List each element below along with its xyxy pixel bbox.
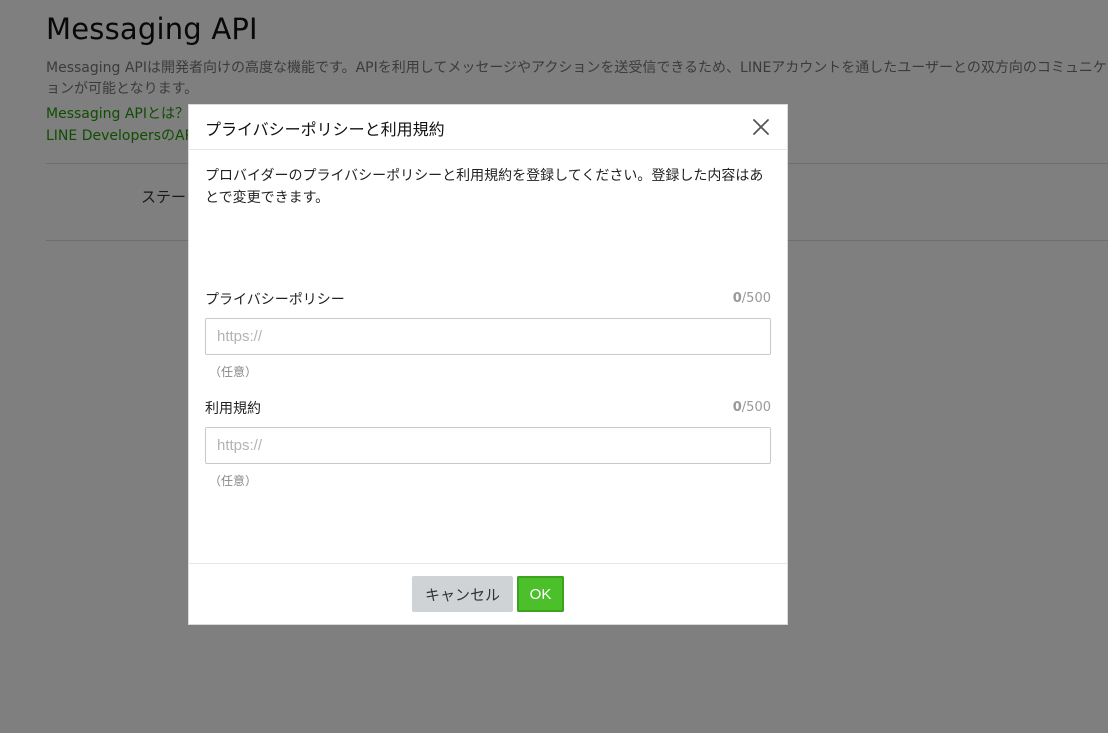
terms-field-header: 利用規約 0/500: [205, 398, 771, 418]
terms-url-input[interactable]: [205, 427, 771, 464]
close-button[interactable]: [749, 115, 773, 139]
dialog-body: プロバイダーのプライバシーポリシーと利用規約を登録してください。登録した内容はあ…: [205, 165, 771, 488]
privacy-policy-url-input[interactable]: [205, 318, 771, 355]
dialog-header: プライバシーポリシーと利用規約: [189, 105, 787, 150]
cancel-button[interactable]: キャンセル: [412, 576, 513, 612]
dialog-title: プライバシーポリシーと利用規約: [205, 120, 445, 139]
dialog-footer: キャンセル OK: [189, 563, 787, 624]
ok-button[interactable]: OK: [517, 576, 564, 612]
dialog-intro-text: プロバイダーのプライバシーポリシーと利用規約を登録してください。登録した内容はあ…: [205, 168, 764, 206]
privacy-policy-field-header: プライバシーポリシー 0/500: [205, 289, 771, 309]
close-icon: [753, 119, 769, 135]
privacy-terms-dialog: プライバシーポリシーと利用規約 プロバイダーのプライバシーポリシーと利用規約を登…: [188, 104, 788, 625]
privacy-policy-optional-hint: （任意）: [209, 365, 258, 379]
terms-char-max: /500: [741, 400, 771, 415]
terms-char-count: 0: [732, 400, 742, 415]
terms-optional-hint: （任意）: [209, 474, 258, 488]
privacy-policy-char-counter: 0/500: [733, 291, 771, 306]
privacy-policy-char-count: 0: [732, 291, 742, 306]
privacy-policy-char-max: /500: [741, 291, 771, 306]
terms-char-counter: 0/500: [733, 400, 771, 415]
privacy-policy-label: プライバシーポリシー: [205, 292, 345, 308]
terms-label: 利用規約: [205, 401, 261, 417]
